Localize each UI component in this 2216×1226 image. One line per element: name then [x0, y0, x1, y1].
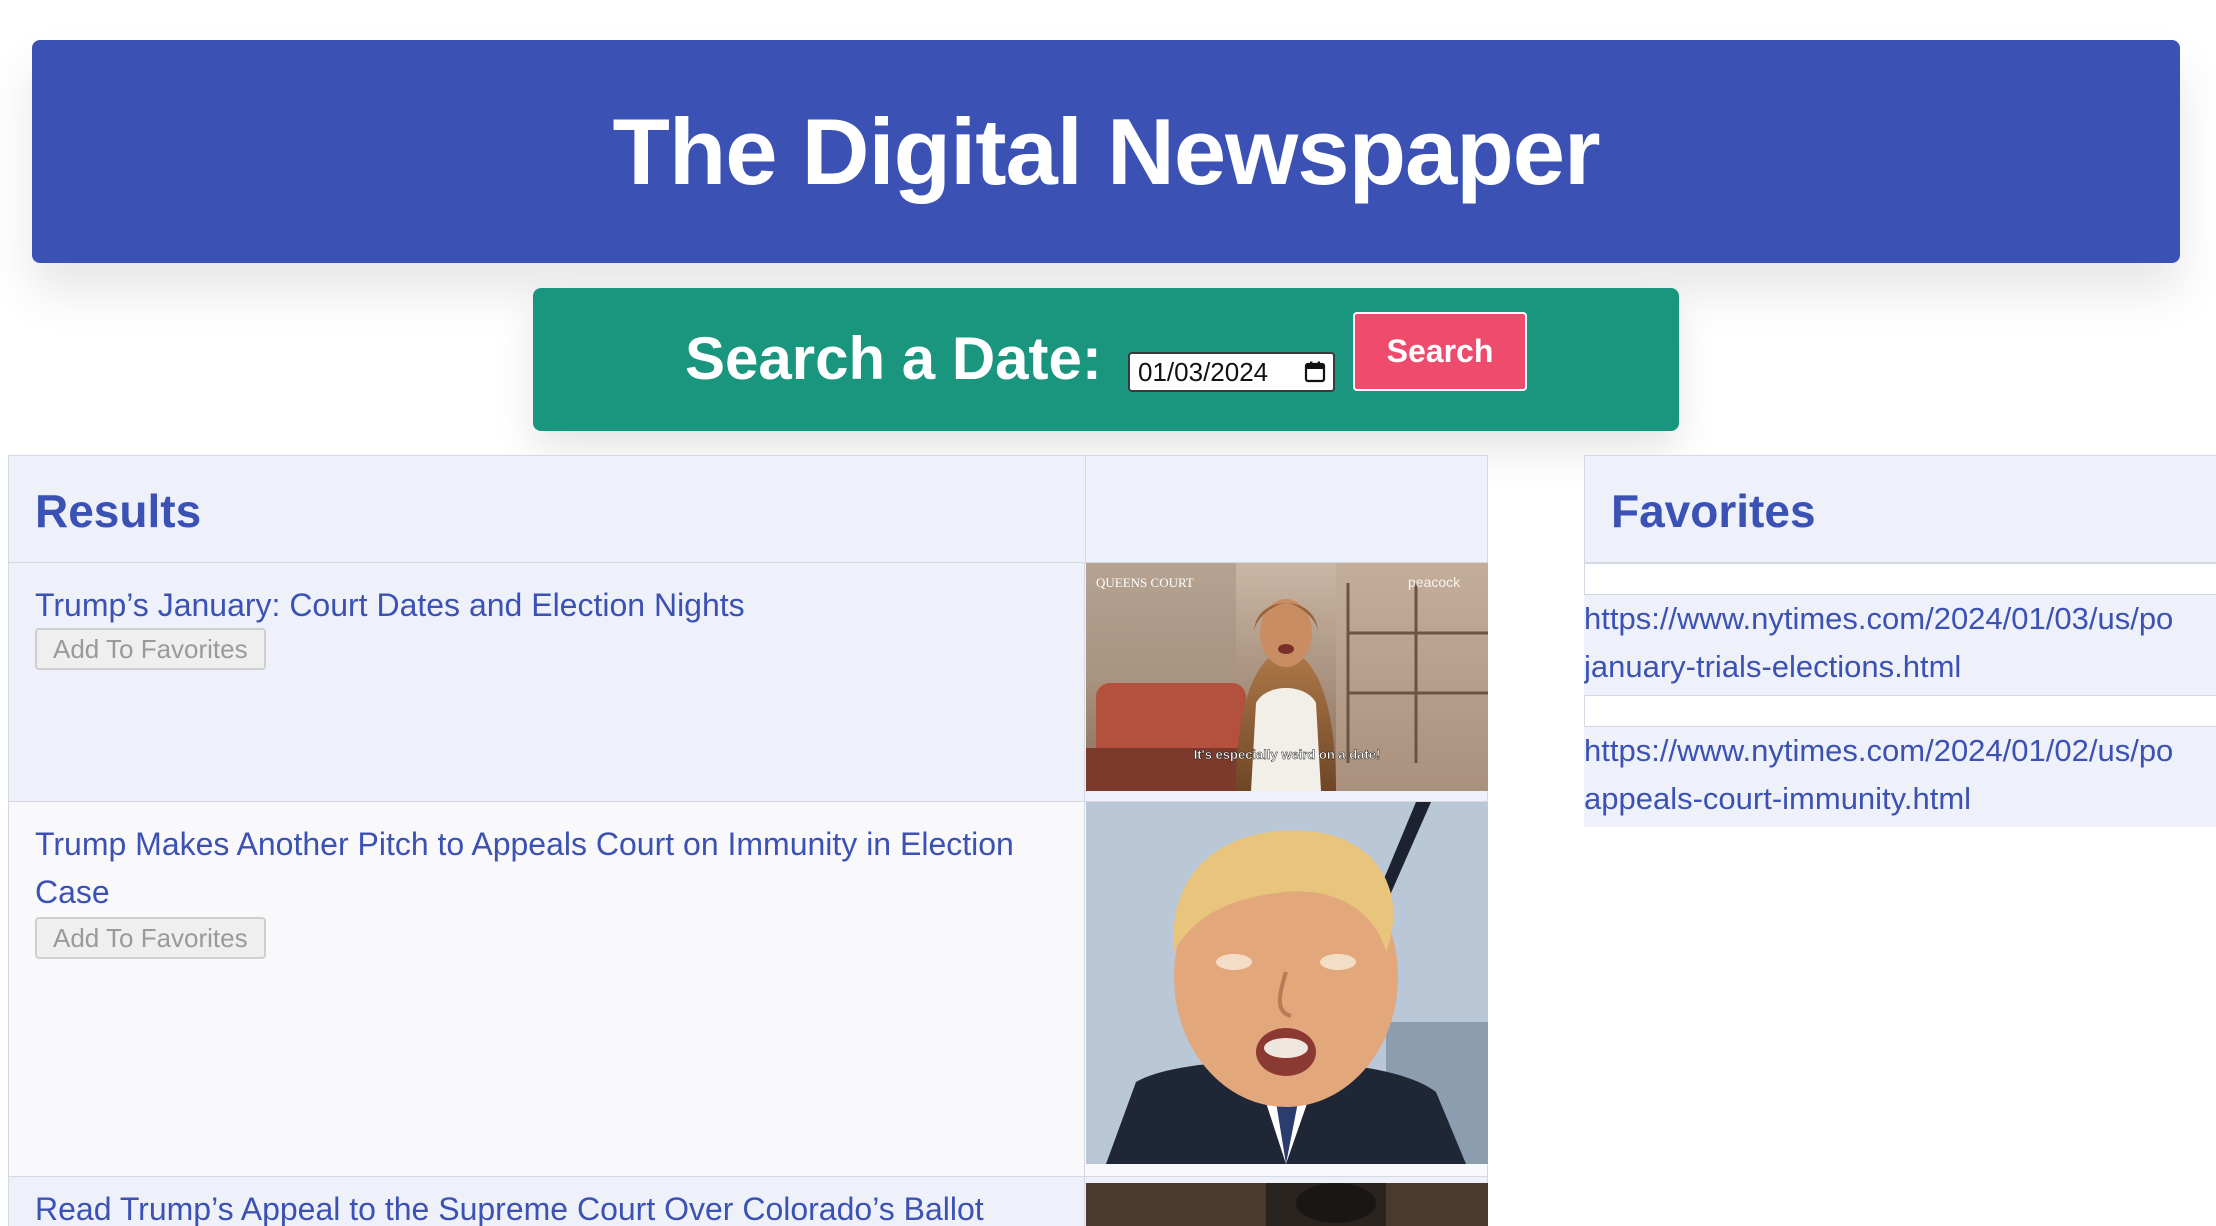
- add-to-favorites-button[interactable]: Add To Favorites: [35, 628, 266, 670]
- portrait-scene: [1086, 802, 1488, 1164]
- column-divider: [1085, 456, 1086, 564]
- search-panel: Search a Date: 01/03/2024 Search: [533, 288, 1679, 431]
- favorites-title: Favorites: [1611, 485, 1816, 537]
- result-thumbnail-gif: [1086, 1183, 1488, 1226]
- search-label: Search a Date:: [685, 325, 1102, 392]
- result-headline-link[interactable]: Trump’s January: Court Dates and Electio…: [35, 581, 1055, 629]
- result-text-cell: Trump Makes Another Pitch to Appeals Cou…: [9, 802, 1085, 1176]
- favorite-link-continued[interactable]: appeals-court-immunity.html: [1584, 775, 2216, 823]
- favorites-divider: [1584, 695, 2216, 727]
- result-row: Read Trump’s Appeal to the Supreme Court…: [8, 1177, 1488, 1226]
- result-text-cell: Read Trump’s Appeal to the Supreme Court…: [9, 1177, 1085, 1226]
- result-text-cell: Trump’s January: Court Dates and Electio…: [9, 563, 1085, 801]
- page: The Digital Newspaper Search a Date: 01/…: [0, 0, 2216, 1226]
- favorite-item: https://www.nytimes.com/2024/01/02/us/po…: [1584, 727, 2216, 827]
- favorite-link[interactable]: https://www.nytimes.com/2024/01/03/us/po: [1584, 595, 2216, 643]
- thumbnail-caption: It's especially weird on a date!: [1194, 747, 1381, 762]
- results-panel: Results Trump’s January: Court Dates and…: [8, 455, 1488, 1226]
- favorites-divider: [1584, 563, 2216, 595]
- results-header: Results: [8, 455, 1488, 564]
- partial-thumbnail-scene: [1086, 1183, 1488, 1226]
- favorites-header: Favorites: [1584, 455, 2216, 563]
- result-thumbnail-gif: [1086, 802, 1488, 1164]
- date-input[interactable]: 01/03/2024: [1128, 352, 1335, 392]
- result-thumbnail-gif: QUEENS COURT peacock It's especially wei…: [1086, 563, 1488, 791]
- result-headline-link[interactable]: Trump Makes Another Pitch to Appeals Cou…: [35, 820, 1055, 916]
- queens-court-scene: QUEENS COURT peacock It's especially wei…: [1086, 563, 1488, 791]
- thumbnail-logo-text: QUEENS COURT: [1096, 575, 1194, 590]
- result-row: Trump’s January: Court Dates and Electio…: [8, 563, 1488, 802]
- favorite-item: https://www.nytimes.com/2024/01/03/us/po…: [1584, 595, 2216, 695]
- calendar-icon[interactable]: [1303, 360, 1327, 384]
- favorite-link[interactable]: https://www.nytimes.com/2024/01/02/us/po: [1584, 727, 2216, 775]
- site-title: The Digital Newspaper: [612, 98, 1600, 204]
- add-to-favorites-button[interactable]: Add To Favorites: [35, 917, 266, 959]
- search-button[interactable]: Search: [1353, 312, 1527, 391]
- favorite-link-continued[interactable]: january-trials-elections.html: [1584, 643, 2216, 691]
- favorites-panel: Favorites https://www.nytimes.com/2024/0…: [1584, 455, 2216, 827]
- site-header: The Digital Newspaper: [32, 40, 2180, 263]
- result-row: Trump Makes Another Pitch to Appeals Cou…: [8, 802, 1488, 1177]
- results-title: Results: [35, 485, 202, 537]
- result-headline-link[interactable]: Read Trump’s Appeal to the Supreme Court…: [35, 1185, 1055, 1226]
- date-value: 01/03/2024: [1138, 356, 1269, 387]
- thumbnail-watermark-text: peacock: [1408, 574, 1461, 590]
